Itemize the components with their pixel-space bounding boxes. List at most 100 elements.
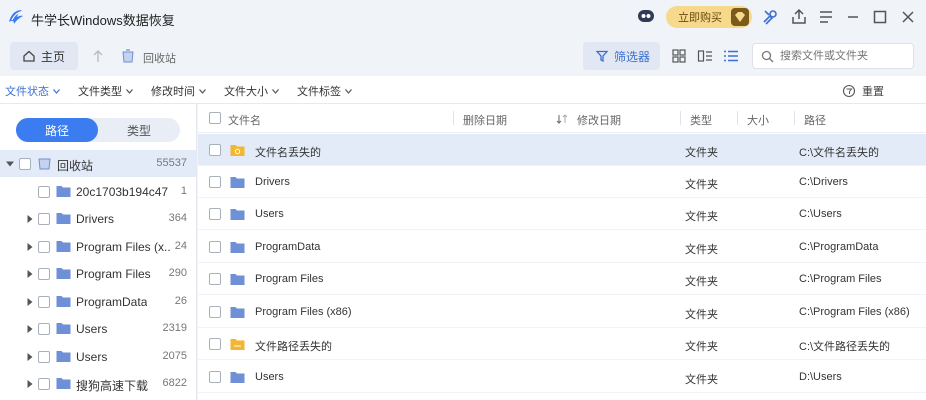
tree-item-count: 1	[180, 185, 187, 197]
collapsed-arrow-icon[interactable]	[26, 270, 34, 278]
table-row[interactable]: ProgramData 文件夹 C:\ProgramData	[198, 231, 926, 263]
search-icon	[761, 50, 774, 62]
cell-name: Program Files	[255, 273, 324, 285]
folder-icon	[56, 323, 71, 334]
column-separator[interactable]	[453, 111, 454, 125]
cell-path: C:\文件名丢失的	[799, 147, 880, 159]
tree-item[interactable]: Drivers 364	[0, 205, 196, 232]
tree-checkbox[interactable]	[38, 351, 50, 363]
cell-path: C:\Users	[799, 208, 842, 220]
collapsed-arrow-icon[interactable]	[26, 243, 34, 251]
menu-icon[interactable]	[816, 7, 836, 27]
column-separator[interactable]	[680, 111, 681, 125]
tree-checkbox[interactable]	[38, 323, 50, 335]
search-box[interactable]	[752, 43, 914, 69]
folder-icon	[230, 177, 245, 188]
tab-type[interactable]: 类型	[98, 118, 180, 142]
tree-checkbox[interactable]	[38, 186, 50, 198]
lost-folder-icon	[230, 339, 245, 350]
row-checkbox[interactable]	[209, 306, 221, 318]
home-button[interactable]: 主页	[10, 42, 78, 70]
tree-item[interactable]: Users 2319	[0, 315, 196, 342]
column-type[interactable]: 类型	[690, 112, 712, 128]
recycle-bin-icon	[38, 158, 51, 170]
search-input[interactable]	[780, 50, 910, 62]
row-checkbox[interactable]	[209, 208, 221, 220]
tree-item[interactable]: Users 2075	[0, 343, 196, 370]
minimize-icon[interactable]	[843, 7, 863, 27]
tab-path[interactable]: 路径	[16, 118, 98, 142]
row-checkbox[interactable]	[209, 241, 221, 253]
tree-item-recycle-bin[interactable]: 回收站 55537	[0, 150, 196, 177]
filter-modified-time-label: 修改时间	[151, 86, 195, 98]
table-row[interactable]: 文件名丢失的 文件夹 C:\文件名丢失的	[198, 134, 926, 166]
buy-now-button[interactable]: 立即购买	[666, 6, 752, 28]
tree-item[interactable]: 20c1703b194c47a... 1	[0, 178, 196, 205]
tree-item[interactable]: ProgramData 26	[0, 288, 196, 315]
home-label: 主页	[41, 49, 66, 64]
select-all-checkbox[interactable]	[209, 112, 221, 124]
grid-view-icon[interactable]	[671, 48, 687, 64]
table-row[interactable]: Program Files (x86) 文件夹 C:\Program Files…	[198, 296, 926, 328]
filter-file-size-label: 文件大小	[224, 86, 268, 98]
chevron-down-icon	[126, 88, 133, 94]
row-checkbox[interactable]	[209, 273, 221, 285]
column-size[interactable]: 大小	[747, 112, 769, 128]
maximize-icon[interactable]	[870, 7, 890, 27]
column-path[interactable]: 路径	[804, 112, 826, 128]
column-separator[interactable]	[794, 111, 795, 125]
collapsed-arrow-icon[interactable]	[26, 215, 34, 223]
tree-checkbox[interactable]	[38, 296, 50, 308]
tree-checkbox[interactable]	[19, 158, 31, 170]
table-row[interactable]: 文件路径丢失的 文件夹 C:\文件路径丢失的	[198, 328, 926, 360]
column-deleted-date[interactable]: 删除日期	[463, 112, 507, 128]
expanded-arrow-icon[interactable]	[6, 160, 14, 168]
filter-file-status[interactable]: 文件状态	[5, 83, 60, 99]
list-view-icon[interactable]	[723, 48, 739, 64]
collapsed-arrow-icon[interactable]	[26, 353, 34, 361]
tree-item-count: 2319	[162, 322, 187, 334]
table-row[interactable]: Users 文件夹 C:\Users	[198, 198, 926, 230]
reset-button[interactable]: 重置	[842, 83, 884, 99]
share-icon[interactable]	[789, 7, 809, 27]
table-row[interactable]: Program Files 文件夹 C:\Program Files	[198, 263, 926, 295]
cell-type: 文件夹	[685, 179, 718, 191]
breadcrumb[interactable]: 回收站	[143, 50, 176, 66]
sort-icon[interactable]	[556, 113, 568, 125]
column-separator[interactable]	[737, 111, 738, 125]
row-checkbox[interactable]	[209, 371, 221, 383]
cell-name: 文件名丢失的	[255, 147, 321, 159]
up-arrow-icon[interactable]	[90, 48, 106, 64]
filter-modified-time[interactable]: 修改时间	[151, 83, 206, 99]
filter-file-type[interactable]: 文件类型	[78, 83, 133, 99]
collapsed-arrow-icon[interactable]	[26, 325, 34, 333]
folder-icon	[230, 372, 245, 383]
tree-checkbox[interactable]	[38, 241, 50, 253]
robot-icon[interactable]	[636, 7, 656, 25]
row-checkbox[interactable]	[209, 338, 221, 350]
column-modified-date[interactable]: 修改日期	[577, 112, 621, 128]
row-checkbox[interactable]	[209, 176, 221, 188]
collapsed-arrow-icon[interactable]	[26, 380, 34, 388]
tools-icon[interactable]	[760, 7, 780, 27]
cell-name: Users	[255, 208, 284, 220]
tree-item[interactable]: 搜狗高速下载 6822	[0, 370, 196, 397]
reset-filter-icon	[842, 84, 856, 98]
detail-view-icon[interactable]	[697, 48, 713, 64]
app-title: 牛学长Windows数据恢复	[31, 13, 175, 28]
tree-item[interactable]: Program Files 290	[0, 260, 196, 287]
tree-checkbox[interactable]	[38, 268, 50, 280]
filter-file-tag[interactable]: 文件标签	[297, 83, 352, 99]
close-icon[interactable]	[898, 7, 918, 27]
filter-button[interactable]: 筛选器	[583, 42, 660, 70]
cell-path: C:\Program Files (x86)	[799, 306, 910, 318]
tree-checkbox[interactable]	[38, 378, 50, 390]
table-row[interactable]: Drivers 文件夹 C:\Drivers	[198, 166, 926, 198]
tree-checkbox[interactable]	[38, 213, 50, 225]
collapsed-arrow-icon[interactable]	[26, 298, 34, 306]
filter-file-size[interactable]: 文件大小	[224, 83, 279, 99]
column-name[interactable]: 文件名	[228, 112, 261, 128]
tree-item[interactable]: Program Files (x... 24	[0, 233, 196, 260]
table-row[interactable]: Users 文件夹 D:\Users	[198, 361, 926, 393]
row-checkbox[interactable]	[209, 144, 221, 156]
